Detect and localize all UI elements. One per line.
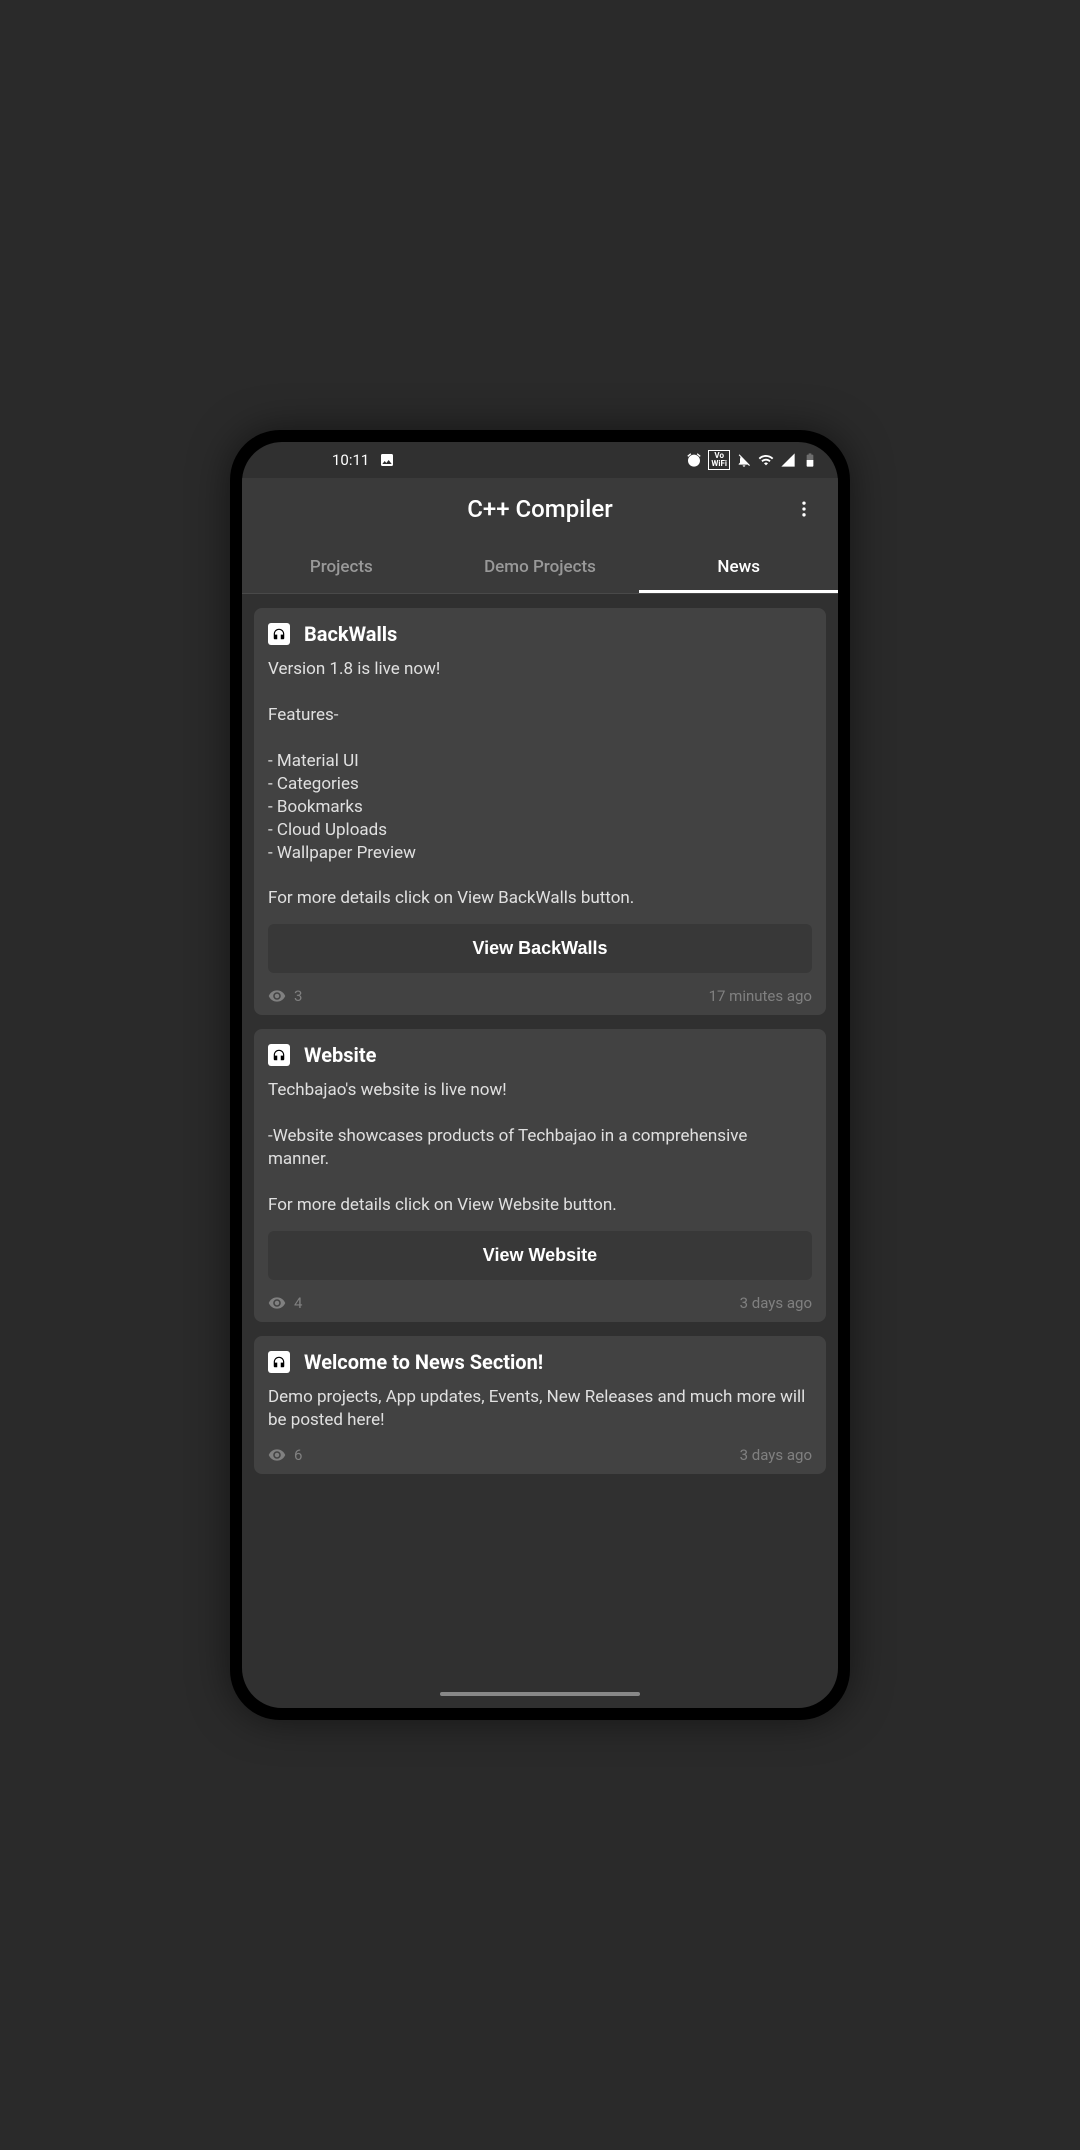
status-left: 10:11 [332,451,395,469]
news-card: Website Techbajao's website is live now!… [254,1029,826,1322]
signal-icon [780,452,796,468]
phone-frame: 10:11 VoWiFi C++ Compiler Projects Demo … [230,430,850,1720]
news-card: Welcome to News Section! Demo projects, … [254,1336,826,1474]
navigation-bar [242,1680,838,1708]
speaker-icon [268,1351,290,1373]
card-header: BackWalls [268,622,812,646]
more-vert-icon [794,499,814,519]
status-right: VoWiFi [686,450,818,470]
status-bar: 10:11 VoWiFi [242,442,838,478]
views-count: 4 [268,1294,302,1312]
card-title: BackWalls [304,622,397,646]
tab-demo-projects[interactable]: Demo Projects [441,540,640,593]
card-footer: 6 3 days ago [268,1446,812,1464]
alarm-icon [686,452,702,468]
view-website-button[interactable]: View Website [268,1231,812,1280]
eye-icon [268,1294,286,1312]
speaker-icon [268,1044,290,1066]
eye-icon [268,1446,286,1464]
card-header: Website [268,1043,812,1067]
eye-icon [268,987,286,1005]
view-backwalls-button[interactable]: View BackWalls [268,924,812,973]
views-value: 4 [294,1294,302,1312]
nav-handle[interactable] [440,1692,640,1696]
news-card: BackWalls Version 1.8 is live now! Featu… [254,608,826,1015]
time-ago: 3 days ago [740,1446,812,1464]
picture-icon [379,452,395,468]
card-body: Demo projects, App updates, Events, New … [268,1386,812,1432]
card-footer: 3 17 minutes ago [268,987,812,1005]
app-title: C++ Compiler [467,495,613,523]
news-list[interactable]: BackWalls Version 1.8 is live now! Featu… [242,594,838,1680]
tab-bar: Projects Demo Projects News [242,540,838,594]
views-count: 3 [268,987,302,1005]
views-value: 6 [294,1446,302,1464]
card-header: Welcome to News Section! [268,1350,812,1374]
battery-icon [802,452,818,468]
card-body: Version 1.8 is live now! Features- - Mat… [268,658,812,910]
card-title: Welcome to News Section! [304,1350,543,1374]
status-time: 10:11 [332,451,369,469]
vowifi-icon: VoWiFi [708,450,730,470]
wifi-icon [758,452,774,468]
screen: 10:11 VoWiFi C++ Compiler Projects Demo … [242,442,838,1708]
speaker-icon [268,623,290,645]
time-ago: 17 minutes ago [709,987,812,1005]
card-body: Techbajao's website is live now! -Websit… [268,1079,812,1217]
views-count: 6 [268,1446,302,1464]
views-value: 3 [294,987,302,1005]
app-bar: C++ Compiler [242,478,838,540]
card-title: Website [304,1043,376,1067]
tab-news[interactable]: News [639,540,838,593]
overflow-menu-button[interactable] [786,491,822,527]
tab-projects[interactable]: Projects [242,540,441,593]
time-ago: 3 days ago [740,1294,812,1312]
notifications-off-icon [736,452,752,468]
card-footer: 4 3 days ago [268,1294,812,1312]
